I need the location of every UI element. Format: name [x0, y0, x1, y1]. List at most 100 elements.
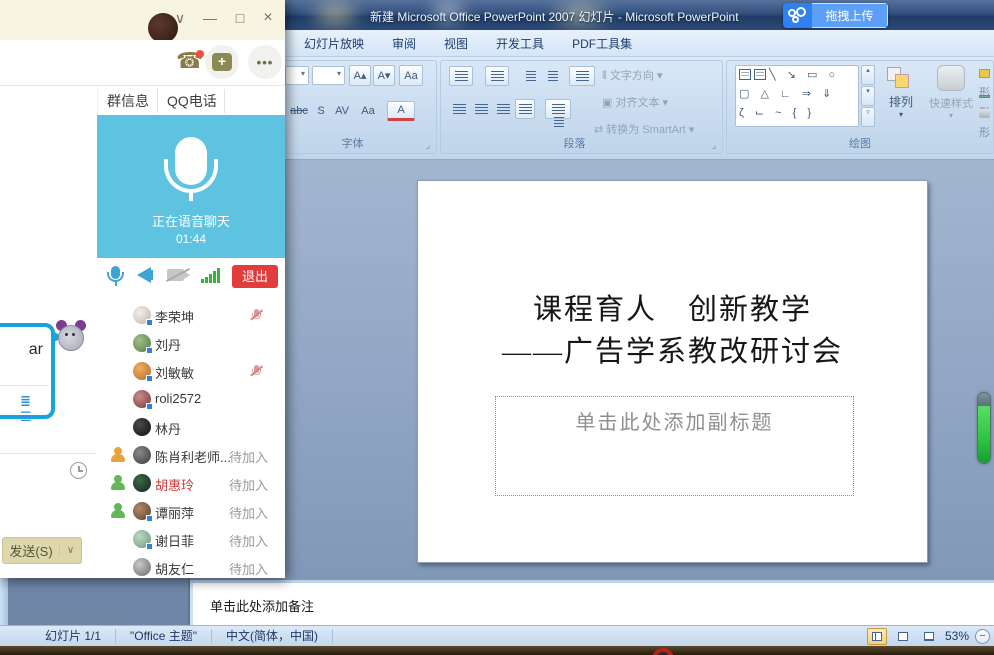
card-divider: [0, 385, 49, 386]
list-item[interactable]: 胡惠玲 待加入: [97, 469, 285, 497]
numbering-button[interactable]: [485, 66, 509, 86]
arrange-button[interactable]: 排列 ▾: [879, 65, 923, 119]
font-color-button[interactable]: A: [387, 101, 415, 121]
file-action-icons[interactable]: ≣ ☰: [20, 393, 51, 425]
list-item[interactable]: 刘丹: [97, 329, 285, 357]
slide-title-text[interactable]: 课程育人 创新教学 ——广告学系教改研讨会: [418, 289, 927, 373]
tab-pdf-tools[interactable]: PDF工具集: [558, 30, 646, 57]
decrease-indent-button[interactable]: [521, 66, 541, 86]
quick-styles-icon: [937, 65, 965, 91]
quick-styles-button[interactable]: 快速样式 ▾: [925, 65, 977, 120]
maximize-button[interactable]: □: [228, 8, 252, 28]
font-size-combo[interactable]: ▾: [312, 66, 345, 85]
minimize-button[interactable]: —: [198, 8, 222, 28]
align-text-button[interactable]: ▣ 对齐文本 ▾: [601, 93, 669, 111]
shrink-font-button[interactable]: A▾: [373, 65, 395, 86]
member-list: 李荣坤 刘丹 刘敏敏 roli2572 林丹 陈肖利老师... 待加入: [97, 295, 285, 578]
glass-reflection: [305, 0, 365, 30]
gallery-scroll-up[interactable]: ▴: [861, 65, 875, 85]
gallery-scroll-down[interactable]: ▾: [861, 86, 875, 106]
text-direction-button[interactable]: ⦀ 文字方向 ▾: [601, 66, 664, 84]
clear-formatting-button[interactable]: Aa: [399, 65, 423, 86]
pending-user-icon: [111, 447, 125, 462]
history-clock-icon[interactable]: [70, 462, 87, 479]
tab-developer[interactable]: 开发工具: [482, 30, 558, 57]
gallery-more-button[interactable]: ▿: [861, 107, 875, 127]
taskbar-strip: [0, 646, 994, 655]
paragraph-dialog-launcher[interactable]: ⌟: [708, 139, 720, 151]
list-item[interactable]: roli2572: [97, 385, 285, 413]
avatar: [133, 558, 151, 576]
shape-fill-button[interactable]: 形: [979, 65, 994, 85]
tab-group-info[interactable]: 群信息: [107, 86, 149, 116]
ellipsis-icon: •••: [257, 55, 274, 70]
netdisk-upload-widget[interactable]: 拖拽上传: [783, 3, 888, 28]
notes-placeholder[interactable]: 单击此处添加备注: [210, 596, 314, 615]
list-item[interactable]: 谢日菲 待加入: [97, 525, 285, 553]
pending-status: 待加入: [229, 559, 268, 578]
columns-button[interactable]: [545, 99, 571, 119]
vertical-textbox-icon: [754, 69, 766, 80]
qq-window: ∨ — □ × ☎ + ••• 群信息 QQ电话 正在语音聊天 01:44: [0, 0, 285, 578]
list-item[interactable]: 谭丽萍 待加入: [97, 497, 285, 525]
list-item[interactable]: 胡友仁 待加入: [97, 553, 285, 578]
font-name-combo[interactable]: ▾: [285, 66, 309, 85]
text-shadow-button[interactable]: S: [313, 102, 329, 120]
grow-font-button[interactable]: A▴: [349, 65, 371, 86]
screen-share-button[interactable]: +: [205, 45, 239, 79]
tab-review[interactable]: 审阅: [378, 30, 430, 57]
slide-sorter-button[interactable]: [893, 628, 913, 645]
shape-gallery[interactable]: ╲ ↘ ▭ ○ ▢ △ ∟ ⇒ ⇓ ζ ⌙ ~ { }: [735, 65, 859, 127]
align-left-button[interactable]: [449, 99, 469, 119]
list-item[interactable]: 刘敏敏: [97, 357, 285, 385]
tab-qq-call[interactable]: QQ电话: [167, 86, 217, 116]
notes-pane[interactable]: 单击此处添加备注: [190, 583, 994, 625]
taskbar-app-icon[interactable]: [652, 648, 674, 655]
effects-icon: [979, 109, 990, 118]
normal-view-button[interactable]: [867, 628, 887, 645]
align-right-button[interactable]: [493, 99, 513, 119]
upload-button[interactable]: 拖拽上传: [812, 3, 888, 28]
zoom-out-button[interactable]: −: [975, 629, 990, 644]
avatar: [133, 362, 151, 380]
slideshow-button[interactable]: [919, 628, 939, 645]
tab-view[interactable]: 视图: [430, 30, 482, 57]
voice-call-panel: 正在语音聊天 01:44: [97, 115, 285, 258]
notification-dot: [196, 50, 204, 58]
list-item[interactable]: 林丹: [97, 413, 285, 441]
justify-button[interactable]: [515, 99, 535, 119]
slide-canvas[interactable]: 课程育人 创新教学 ——广告学系教改研讨会 单击此处添加副标题: [417, 180, 928, 563]
avatar: [133, 306, 151, 324]
send-button[interactable]: 发送(S) ∨: [2, 537, 82, 564]
line-spacing-button[interactable]: [569, 66, 595, 86]
muted-mic-icon: [249, 308, 263, 323]
slideshow-icon: [924, 632, 934, 641]
list-item[interactable]: 李荣坤: [97, 301, 285, 329]
tab-slideshow[interactable]: 幻灯片放映: [290, 30, 378, 57]
close-button[interactable]: ×: [256, 8, 280, 28]
shape-effects-button[interactable]: 形: [979, 105, 994, 125]
strikethrough-button[interactable]: abc: [287, 102, 311, 120]
zoom-level[interactable]: 53%: [945, 629, 969, 643]
align-center-button[interactable]: [471, 99, 491, 119]
call-status-text: 正在语音聊天: [97, 211, 285, 230]
list-item[interactable]: 陈肖利老师... 待加入: [97, 441, 285, 469]
status-language[interactable]: 中文(简体，中国): [212, 629, 333, 644]
character-spacing-button[interactable]: AV: [331, 102, 353, 120]
more-actions-button[interactable]: •••: [248, 45, 282, 79]
volume-indicator-cap: [978, 393, 990, 406]
bullets-button[interactable]: [449, 66, 473, 86]
avatar: [133, 446, 151, 464]
collapse-window-button[interactable]: ∨: [168, 8, 192, 28]
font-group: ▾ ▾ A▴ A▾ Aa abc S AV Aa A 字体 ⌟: [282, 60, 437, 154]
send-options-dropdown[interactable]: ∨: [59, 545, 81, 556]
file-message-card[interactable]: ar ≣ ☰: [0, 323, 55, 419]
shape-outline-button[interactable]: 形: [979, 85, 994, 105]
font-dialog-launcher[interactable]: ⌟: [422, 139, 434, 151]
volume-indicator-level: [978, 406, 990, 464]
slide-sorter-icon: [898, 632, 908, 641]
exit-call-button[interactable]: 退出: [232, 265, 278, 288]
change-case-button[interactable]: Aa: [357, 102, 379, 120]
subtitle-placeholder[interactable]: 单击此处添加副标题: [495, 396, 854, 496]
increase-indent-button[interactable]: [543, 66, 563, 86]
